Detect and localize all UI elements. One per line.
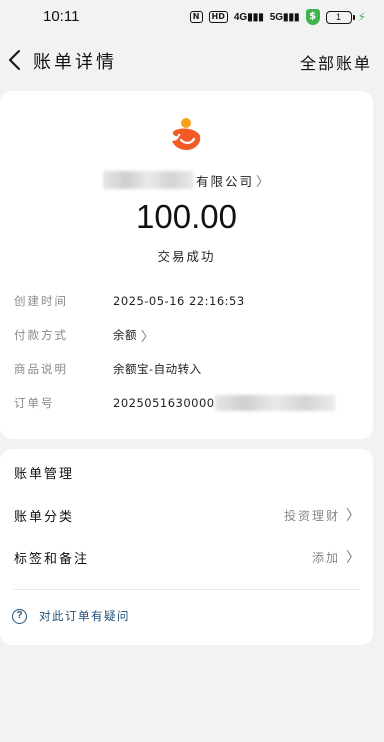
order-question-text: 对此订单有疑问 [39, 609, 130, 623]
yuebao-fish-logo [167, 116, 205, 154]
amount: 100.00 [136, 198, 237, 235]
created-time-value: 2025-05-16 22:16:53 [113, 294, 245, 308]
chevron-right-icon: 〉 [256, 174, 270, 190]
charging-icon: ⚡ [357, 10, 366, 24]
order-number-value: 2025051630000 [113, 396, 215, 410]
product-desc-row: 商品说明 余额宝-自动转入 [14, 359, 202, 379]
status-time: 10:11 [43, 8, 80, 25]
order-number-value-wrap: 2025051630000 [113, 395, 335, 411]
divider [14, 589, 360, 590]
hd-icon: HD [208, 11, 228, 23]
status-bar: 10:11 N HD 4G▮▮▮ 5G▮▮▮ $ 1 ⚡ [0, 0, 384, 36]
nav-bar: 账单详情 全部账单 [0, 40, 384, 80]
merchant-name[interactable]: 有限公司 〉 [103, 170, 269, 190]
tags-notes-value-wrap: 添加 〉 [312, 547, 362, 567]
order-number-label: 订单号 [14, 396, 55, 410]
signal-4g-icon: 4G▮▮▮ [233, 11, 264, 23]
payment-method-value-wrap: 余额 〉 [113, 326, 155, 345]
battery-icon: 1 [325, 10, 355, 24]
security-shield-icon: $ [305, 9, 320, 25]
chevron-right-icon: 〉 [141, 329, 155, 345]
order-question-link[interactable]: ? 对此订单有疑问 [12, 608, 130, 624]
chevron-right-icon: 〉 [346, 508, 362, 524]
tags-notes-value: 添加 [311, 550, 340, 565]
tags-notes-label: 标签和备注 [14, 551, 90, 567]
all-bills-link[interactable]: 全部账单 [300, 50, 372, 74]
bill-category-label: 账单分类 [14, 509, 75, 525]
tags-notes-row[interactable]: 标签和备注 添加 〉 [14, 546, 362, 568]
chevron-right-icon: 〉 [346, 550, 362, 566]
signal-5g-icon: 5G▮▮▮ [269, 11, 300, 23]
bill-management-title: 账单管理 [14, 467, 75, 482]
product-desc-label: 商品说明 [14, 362, 68, 376]
payment-method-value: 余额 [113, 328, 137, 342]
payment-method-label: 付款方式 [14, 328, 68, 342]
bill-category-value-wrap: 投资理财 〉 [284, 505, 362, 525]
nfc-icon: N [189, 11, 203, 23]
redacted-order-number [214, 395, 335, 411]
bill-category-row[interactable]: 账单分类 投资理财 〉 [14, 504, 362, 526]
transaction-status: 交易成功 [157, 249, 216, 264]
payment-method-row[interactable]: 付款方式 余额 〉 [14, 325, 155, 345]
created-time-label: 创建时间 [14, 294, 68, 308]
signal-5g-label: 5G [269, 11, 284, 23]
question-circle-icon: ? [12, 608, 27, 624]
order-number-row: 订单号 2025051630000 [14, 393, 335, 413]
created-time-row: 创建时间 2025-05-16 22:16:53 [14, 291, 245, 311]
redacted-merchant-name [103, 171, 194, 189]
bill-category-value: 投资理财 [283, 508, 340, 523]
status-icons: N HD 4G▮▮▮ 5G▮▮▮ $ 1 ⚡ [189, 9, 366, 25]
merchant-suffix: 有限公司 [196, 173, 255, 189]
signal-4g-label: 4G [233, 11, 248, 23]
back-arrow-icon[interactable] [6, 48, 26, 72]
page-title: 账单详情 [33, 52, 117, 73]
product-desc-value: 余额宝-自动转入 [113, 362, 202, 376]
